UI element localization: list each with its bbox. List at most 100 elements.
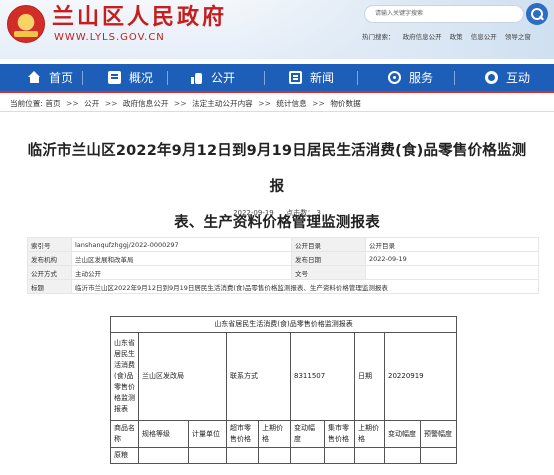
nav-public[interactable]: 公开 (168, 63, 264, 92)
column-header: 规格等级 (138, 420, 189, 448)
pub-date-value: 2022-09-19 (365, 251, 539, 266)
method-value: 主动公开 (71, 265, 292, 280)
date-value-cell: 20220919 (384, 332, 457, 421)
doc-no-label: 文号 (291, 265, 366, 280)
price-table-title: 山东省居民生活消费(食)品零售价格监测报表 (110, 316, 457, 333)
column-header: 计量单位 (188, 420, 227, 448)
hits-count: 3 (316, 209, 321, 217)
table-row: 原粮 (110, 447, 457, 464)
doc-title-label: 标题 (27, 279, 72, 294)
hot-link-leaders[interactable]: 领导之窗 (505, 33, 531, 41)
hot-link-gov-info[interactable]: 政府信息公开 (403, 33, 442, 41)
breadcrumb-item[interactable]: 物价数据 (330, 99, 360, 108)
public-icon (190, 71, 203, 84)
issuer-value: 兰山区发展和改革局 (71, 251, 292, 266)
table-row: 山东省居民生活消费(食)品零售价格监测报表 兰山区发改局 联系方式 831150… (110, 332, 457, 421)
nav-news-label: 新闻 (310, 71, 335, 85)
nav-news[interactable]: 新闻 (265, 63, 357, 92)
nav-interact[interactable]: 互动 (455, 63, 551, 92)
article-meta: 2022-09-19 点击数： 3 (0, 208, 554, 218)
pub-date-label: 发布日期 (291, 251, 366, 266)
news-icon (289, 71, 302, 84)
table-cell (258, 447, 291, 464)
table-row: 公开方式 主动公开 文号 (27, 265, 539, 280)
service-icon (388, 71, 401, 84)
table-cell (420, 447, 457, 464)
breadcrumb-item[interactable]: 政府信息公开 (123, 99, 169, 108)
hits-label: 点击数： (286, 209, 315, 217)
category-cell: 原粮 (110, 447, 139, 464)
table-header-row: 商品名称 规格等级 计量单位 超市零售价格 上期价格 变动幅度 集市零售价格 上… (110, 420, 457, 448)
document-info-table: 索引号 lanshanqufzhggj/2022-0000297 公开目录 公开… (27, 237, 539, 294)
search-button[interactable] (526, 3, 548, 25)
doc-title-value: 临沂市兰山区2022年9月12日到9月19日居民生活消费(食)品零售价格监测报表… (71, 279, 539, 294)
date-label-cell: 日期 (354, 332, 385, 421)
nav-public-label: 公开 (211, 71, 236, 85)
column-header: 集市零售价格 (324, 420, 355, 448)
breadcrumb-separator: >> (173, 99, 187, 108)
breadcrumb-separator: >> (312, 99, 325, 108)
nav-overview-label: 概况 (129, 71, 154, 85)
site-url: WWW.LYLS.GOV.CN (54, 32, 165, 43)
nav-home[interactable]: 首页 (0, 63, 82, 92)
hot-link-policy[interactable]: 政策 (450, 33, 463, 41)
breadcrumb-item[interactable]: 统计信息 (276, 99, 306, 108)
article-title: 临沂市兰山区2022年9月12日到9月19日居民生活消费(食)品零售价格监测报 … (22, 133, 532, 241)
table-cell (324, 447, 355, 464)
nav-home-label: 首页 (49, 71, 74, 85)
method-label: 公开方式 (27, 265, 72, 280)
site-header: ★ 兰山区人民政府 WWW.LYLS.GOV.CN 请输入关键字搜索 热门搜索：… (0, 0, 554, 59)
table-row: 索引号 lanshanqufzhggj/2022-0000297 公开目录 公开… (27, 237, 539, 252)
table-cell (226, 447, 259, 464)
hot-search-links: 热门搜索： 政府信息公开 政策 信息公开 领导之窗 (362, 31, 537, 41)
agency-cell: 兰山区发改局 (138, 332, 227, 421)
table-row: 山东省居民生活消费(食)品零售价格监测报表 (110, 316, 457, 333)
interact-icon (485, 71, 498, 84)
overview-icon (108, 71, 121, 84)
site-name[interactable]: 兰山区人民政府 (52, 5, 227, 31)
column-header: 上期价格 (354, 420, 385, 448)
search-input[interactable]: 请输入关键字搜索 (364, 5, 524, 23)
column-header: 预警幅度 (420, 420, 457, 448)
main-nav: 首页 概况 公开 新闻 服务 互动 (0, 64, 554, 93)
catalog-value: 公开目录 (365, 237, 539, 252)
column-header: 变动幅度 (384, 420, 421, 448)
table-row: 发布机构 兰山区发展和改革局 发布日期 2022-09-19 (27, 251, 539, 266)
column-header: 上期价格 (258, 420, 291, 448)
contact-label-cell: 联系方式 (226, 332, 291, 421)
table-cell (384, 447, 421, 464)
breadcrumb-item[interactable]: 首页 (45, 99, 60, 108)
table-cell (188, 447, 227, 464)
nav-interact-label: 互动 (506, 71, 531, 85)
doc-no-value (365, 265, 539, 280)
table-cell (354, 447, 385, 464)
national-emblem-icon: ★ (7, 5, 45, 43)
table-cell (290, 447, 325, 464)
article-date: 2022-09-19 (233, 209, 274, 217)
table-row: 标题 临沂市兰山区2022年9月12日到9月19日居民生活消费(食)品零售价格监… (27, 279, 539, 294)
nav-service[interactable]: 服务 (358, 63, 454, 92)
breadcrumb-item[interactable]: 法定主动公开内容 (192, 99, 253, 108)
catalog-label: 公开目录 (291, 237, 366, 252)
breadcrumb-item[interactable]: 公开 (84, 99, 99, 108)
breadcrumb: 当前位置: 首页 >> 公开 >> 政府信息公开 >> 法定主动公开内容 >> … (10, 98, 361, 109)
table-cell (138, 447, 189, 464)
breadcrumb-separator: >> (258, 99, 271, 108)
breadcrumb-separator: >> (104, 99, 118, 108)
column-header: 超市零售价格 (226, 420, 259, 448)
nav-overview[interactable]: 概况 (83, 63, 167, 92)
column-header: 变动幅度 (290, 420, 325, 448)
price-monitoring-table: 山东省居民生活消费(食)品零售价格监测报表 山东省居民生活消费(食)品零售价格监… (110, 316, 457, 464)
contact-value-cell: 8311507 (290, 332, 355, 421)
hot-search-label: 热门搜索： (362, 33, 395, 41)
index-no-value: lanshanqufzhggj/2022-0000297 (71, 237, 292, 252)
issuer-label: 发布机构 (27, 251, 72, 266)
breadcrumb-prefix: 当前位置: (10, 99, 43, 108)
index-no-label: 索引号 (27, 237, 72, 252)
article-title-line: 临沂市兰山区2022年9月12日到9月19日居民生活消费(食)品零售价格监测报 (27, 143, 527, 195)
column-header: 商品名称 (110, 420, 139, 448)
breadcrumb-divider (0, 111, 554, 112)
hot-link-info-public[interactable]: 信息公开 (471, 33, 497, 41)
breadcrumb-separator: >> (65, 99, 79, 108)
form-name-cell: 山东省居民生活消费(食)品零售价格监测报表 (110, 332, 139, 421)
